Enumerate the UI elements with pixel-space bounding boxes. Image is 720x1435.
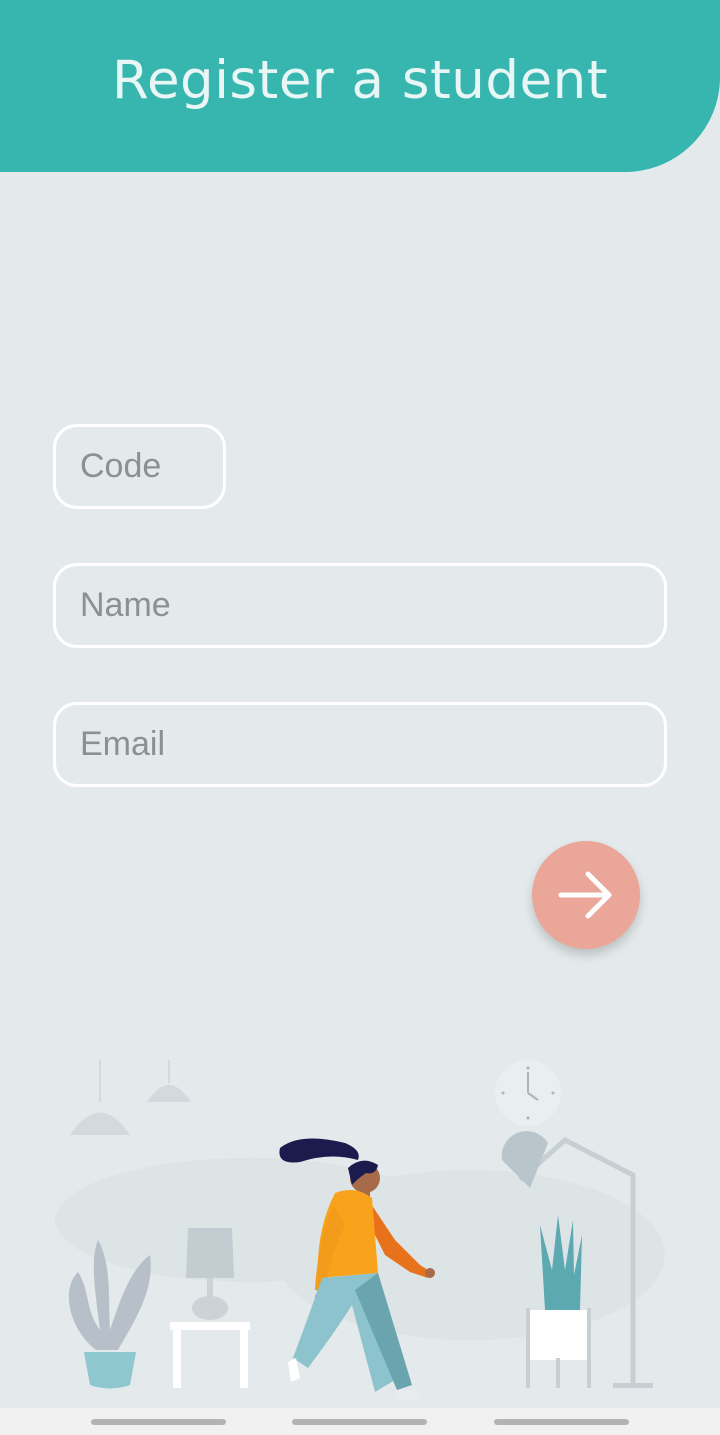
code-input[interactable] xyxy=(56,427,223,506)
nav-handle-center[interactable] xyxy=(292,1419,427,1425)
page-title: Register a student xyxy=(112,50,608,111)
nav-handle-right[interactable] xyxy=(494,1419,629,1425)
submit-button[interactable] xyxy=(532,841,640,949)
walking-person-illustration xyxy=(55,1060,665,1400)
clock-icon xyxy=(495,1060,561,1126)
name-input[interactable] xyxy=(56,566,664,645)
name-field[interactable] xyxy=(53,563,667,648)
arrow-right-icon xyxy=(558,871,612,919)
nav-handle-left[interactable] xyxy=(91,1419,226,1425)
system-nav-bar xyxy=(0,1408,720,1435)
email-field[interactable] xyxy=(53,702,667,787)
app-header: Register a student xyxy=(0,0,720,172)
email-input[interactable] xyxy=(56,705,664,784)
code-field[interactable] xyxy=(53,424,226,509)
